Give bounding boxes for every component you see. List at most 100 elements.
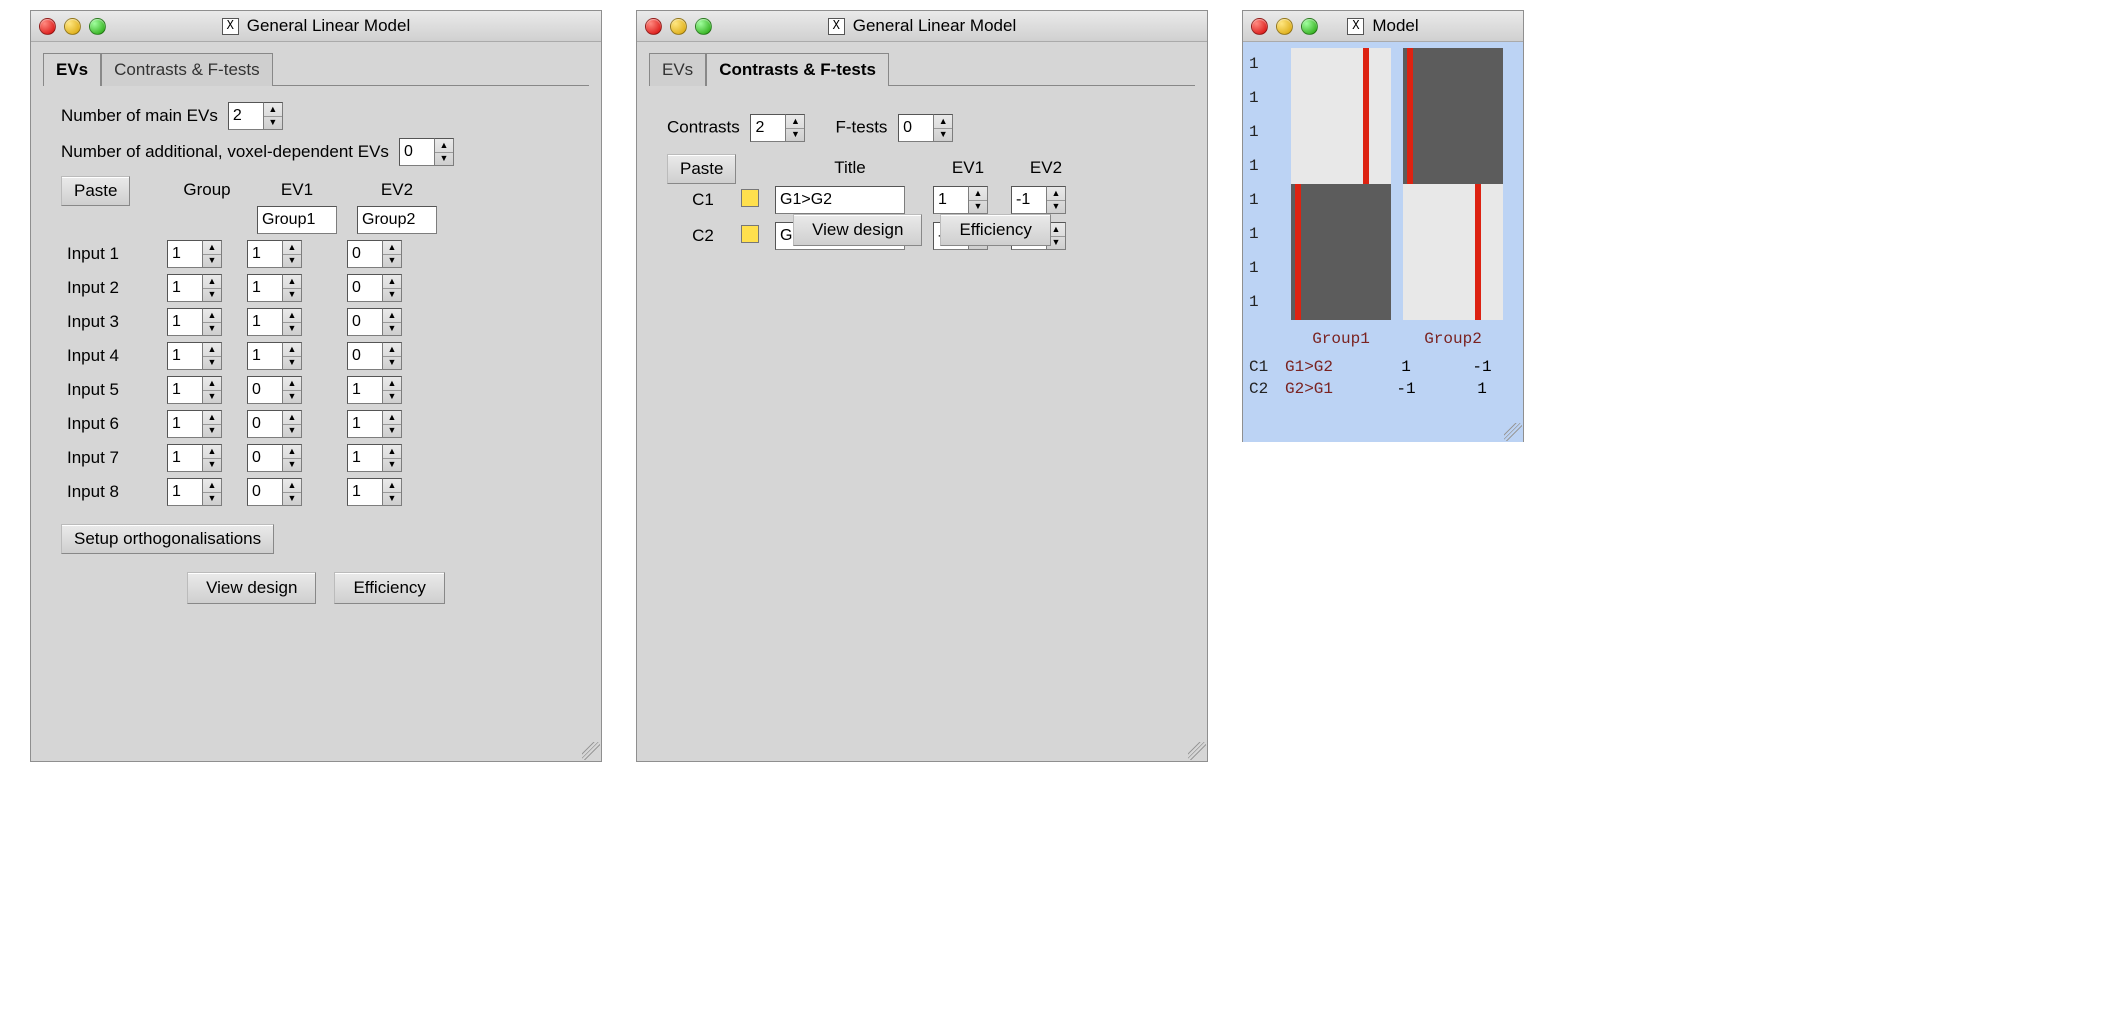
titlebar[interactable]: X General Linear Model	[31, 11, 601, 42]
tab-contrasts[interactable]: Contrasts & F-tests	[706, 53, 889, 86]
input-label: Input 7	[67, 448, 167, 468]
design-matrix-plot: 1 1 1 1 1 1 1 1	[1249, 48, 1517, 320]
input5-group-spin[interactable]: ▲▼	[167, 376, 222, 404]
input1-ev1-spin[interactable]: ▲▼	[247, 240, 302, 268]
input5-ev1-spin[interactable]: ▲▼	[247, 376, 302, 404]
c1-ev1-spin[interactable]: ▲▼	[933, 186, 988, 214]
num-voxel-evs-label: Number of additional, voxel-dependent EV…	[61, 142, 389, 162]
input-label: Input 4	[67, 346, 167, 366]
input8-group-spin[interactable]: ▲▼	[167, 478, 222, 506]
contrast-value: -1	[1447, 358, 1517, 376]
input-label: Input 3	[67, 312, 167, 332]
zoom-icon[interactable]	[1301, 18, 1318, 35]
col-group: Group	[167, 180, 247, 200]
contrast-color-swatch[interactable]	[741, 189, 759, 207]
input6-ev2-spin[interactable]: ▲▼	[347, 410, 402, 438]
spin-down-icon[interactable]: ▼	[934, 129, 952, 142]
efficiency-button[interactable]: Efficiency	[940, 214, 1050, 246]
paste-button[interactable]: Paste	[667, 154, 736, 184]
spin-up-icon[interactable]: ▲	[786, 115, 804, 129]
input1-group-spin[interactable]: ▲▼	[167, 240, 222, 268]
input8-ev2-spin[interactable]: ▲▼	[347, 478, 402, 506]
input-label: Input 6	[67, 414, 167, 434]
one: 1	[1249, 84, 1279, 112]
contrast-matrix: C1 G1>G2 1 -1 C2 G2>G1 -1 1	[1249, 358, 1517, 398]
setup-orthogonalisations-button[interactable]: Setup orthogonalisations	[61, 524, 274, 554]
num-main-evs-input[interactable]	[228, 102, 263, 130]
contrast-id: C2	[1249, 380, 1279, 398]
glm-window-evs: X General Linear Model EVs Contrasts & F…	[30, 10, 602, 762]
titlebar[interactable]: X General Linear Model	[637, 11, 1207, 42]
spin-up-icon[interactable]: ▲	[934, 115, 952, 129]
tab-evs[interactable]: EVs	[649, 53, 706, 86]
spin-down-icon[interactable]: ▼	[264, 117, 282, 130]
contrast-value: -1	[1371, 380, 1441, 398]
input2-group-spin[interactable]: ▲▼	[167, 274, 222, 302]
window-title: General Linear Model	[247, 16, 410, 36]
design-grid: Group EV1 EV2 Input 1 ▲▼ ▲▼ ▲▼ Input 2 ▲…	[67, 180, 579, 506]
num-voxel-evs-spin[interactable]: ▲▼	[399, 138, 454, 166]
ftests-spin[interactable]: ▲▼	[898, 114, 953, 142]
col-ev1: EV1	[247, 180, 347, 200]
input5-ev2-spin[interactable]: ▲▼	[347, 376, 402, 404]
tab-evs[interactable]: EVs	[43, 53, 101, 86]
input4-group-spin[interactable]: ▲▼	[167, 342, 222, 370]
efficiency-button[interactable]: Efficiency	[334, 572, 444, 604]
spin-down-icon[interactable]: ▼	[435, 153, 453, 166]
one: 1	[1249, 186, 1279, 214]
input7-ev2-spin[interactable]: ▲▼	[347, 444, 402, 472]
input-label: Input 2	[67, 278, 167, 298]
input7-ev1-spin[interactable]: ▲▼	[247, 444, 302, 472]
input3-group-spin[interactable]: ▲▼	[167, 308, 222, 336]
minimize-icon[interactable]	[1276, 18, 1293, 35]
input4-ev1-spin[interactable]: ▲▼	[247, 342, 302, 370]
spin-down-icon[interactable]: ▼	[786, 129, 804, 142]
paste-button[interactable]: Paste	[61, 176, 130, 206]
input3-ev1-spin[interactable]: ▲▼	[247, 308, 302, 336]
num-main-evs-spin[interactable]: ▲▼	[228, 102, 283, 130]
input2-ev2-spin[interactable]: ▲▼	[347, 274, 402, 302]
resize-handle-icon[interactable]	[582, 742, 600, 760]
input7-group-spin[interactable]: ▲▼	[167, 444, 222, 472]
ev1-name-input[interactable]	[257, 206, 337, 234]
col-ev2: EV2	[347, 180, 447, 200]
contrasts-spin[interactable]: ▲▼	[750, 114, 805, 142]
model-window: X Model 1 1 1 1 1 1 1 1	[1242, 10, 1524, 442]
contrast-name: G2>G1	[1285, 380, 1365, 398]
close-icon[interactable]	[1251, 18, 1268, 35]
ev2-label: Group2	[1403, 330, 1503, 348]
num-voxel-evs-input[interactable]	[399, 138, 434, 166]
group-column: 1 1 1 1 1 1 1 1	[1249, 48, 1279, 316]
input2-ev1-spin[interactable]: ▲▼	[247, 274, 302, 302]
col-title: Title	[775, 158, 925, 178]
spin-up-icon[interactable]: ▲	[435, 139, 453, 153]
close-icon[interactable]	[39, 18, 56, 35]
minimize-icon[interactable]	[670, 18, 687, 35]
resize-handle-icon[interactable]	[1188, 742, 1206, 760]
tabbar: EVs Contrasts & F-tests	[649, 52, 1195, 86]
window-title: Model	[1372, 16, 1418, 36]
col-ev2: EV2	[1011, 158, 1081, 178]
resize-handle-icon[interactable]	[1504, 423, 1522, 441]
c1-ev2-spin[interactable]: ▲▼	[1011, 186, 1066, 214]
input6-ev1-spin[interactable]: ▲▼	[247, 410, 302, 438]
input8-ev1-spin[interactable]: ▲▼	[247, 478, 302, 506]
ev2-name-input[interactable]	[357, 206, 437, 234]
close-icon[interactable]	[645, 18, 662, 35]
c1-title-input[interactable]	[775, 186, 905, 214]
input1-ev2-spin[interactable]: ▲▼	[347, 240, 402, 268]
minimize-icon[interactable]	[64, 18, 81, 35]
input4-ev2-spin[interactable]: ▲▼	[347, 342, 402, 370]
view-design-button[interactable]: View design	[793, 214, 922, 246]
zoom-icon[interactable]	[89, 18, 106, 35]
input6-group-spin[interactable]: ▲▼	[167, 410, 222, 438]
tabbar: EVs Contrasts & F-tests	[43, 52, 589, 86]
zoom-icon[interactable]	[695, 18, 712, 35]
input3-ev2-spin[interactable]: ▲▼	[347, 308, 402, 336]
one: 1	[1249, 254, 1279, 282]
input-label: Input 1	[67, 244, 167, 264]
tab-contrasts[interactable]: Contrasts & F-tests	[101, 53, 272, 86]
view-design-button[interactable]: View design	[187, 572, 316, 604]
titlebar[interactable]: X Model	[1243, 11, 1523, 42]
spin-up-icon[interactable]: ▲	[264, 103, 282, 117]
